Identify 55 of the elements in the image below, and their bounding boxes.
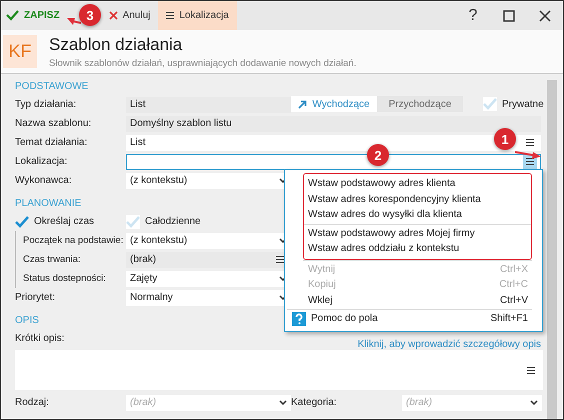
menu-item[interactable]: Wstaw podstawowy adres Mojej firmy — [304, 226, 531, 241]
location-tab[interactable]: Lokalizacja — [158, 1, 237, 30]
menu-item[interactable]: Wstaw adres do wysyłki dla klienta — [304, 207, 531, 222]
field-label: Krótki opis: — [15, 333, 66, 344]
menu-item[interactable]: Wstaw podstawowy adres klienta — [304, 176, 531, 192]
callout-arrow — [515, 151, 541, 159]
menu-icon — [526, 139, 534, 146]
menu-item[interactable]: Wstaw adres oddziału z kontekstu — [304, 241, 531, 256]
menu-icon — [526, 158, 534, 165]
checkbox-label: Prywatne — [502, 98, 544, 110]
field-label: Czas trwania: — [22, 254, 82, 265]
help-icon — [292, 312, 306, 326]
logo: KF — [3, 35, 37, 68]
checkbox-label: Całodzienne — [145, 216, 201, 227]
scrollbar[interactable] — [547, 80, 557, 419]
menu-item[interactable]: Wstaw adres korespondencyjny klienta — [304, 192, 531, 207]
description-field[interactable] — [15, 350, 543, 390]
cancel-button[interactable]: Anuluj — [100, 1, 158, 30]
checkmark-icon — [6, 10, 19, 21]
callout-arrow — [67, 18, 81, 26]
input-field[interactable]: Domyślny szablon listu — [126, 116, 541, 132]
field-label: Początek na podstawie: — [22, 235, 124, 246]
close-icon — [539, 10, 551, 22]
field-label: Typ działania: — [15, 99, 78, 110]
checkbox-label: Określaj czas — [34, 216, 94, 227]
section-heading: OPIS — [15, 315, 39, 328]
step-badge: 3 — [79, 4, 101, 26]
section-heading: PODSTAWOWE — [15, 81, 88, 94]
field-label: Lokalizacja: — [15, 156, 68, 167]
input-field[interactable]: List — [126, 96, 291, 112]
page-subtitle: Słownik szablonów działań, usprawniających dodawanie nowych działań. — [49, 58, 356, 68]
direction-tab[interactable]: Przychodzące — [377, 96, 463, 112]
menu-item[interactable]: Wklej Ctrl+V — [303, 292, 532, 308]
checkbox[interactable] — [15, 214, 29, 228]
maximize-icon — [503, 10, 515, 22]
menu-icon — [276, 256, 284, 263]
field-label: Status dostepności: — [22, 273, 107, 284]
chevron-down-icon — [279, 400, 287, 405]
field-label: Wykonawca: — [15, 175, 73, 186]
menu-item[interactable]: Pomoc do pola Shift+F1 — [287, 311, 532, 326]
close-icon — [108, 11, 118, 20]
chevron-down-icon — [530, 400, 538, 405]
field-label: Priorytet: — [15, 292, 56, 303]
help-button[interactable]: ? — [455, 1, 491, 30]
save-button[interactable]: ZAPISZ — [3, 1, 63, 30]
direction-tab[interactable]: Wychodzące — [291, 96, 377, 112]
menu-icon — [166, 12, 174, 19]
section-heading: PLANOWANIE — [15, 198, 82, 211]
page-title: Szablon działania — [49, 34, 184, 54]
field-label: Nazwa szablonu: — [15, 118, 92, 129]
field-label: Kategoria: — [291, 397, 338, 408]
field-label: Temat działania: — [15, 137, 88, 148]
menu-icon — [527, 366, 535, 374]
field-label: Rodzaj: — [15, 397, 50, 408]
arrow-icon — [298, 100, 308, 108]
